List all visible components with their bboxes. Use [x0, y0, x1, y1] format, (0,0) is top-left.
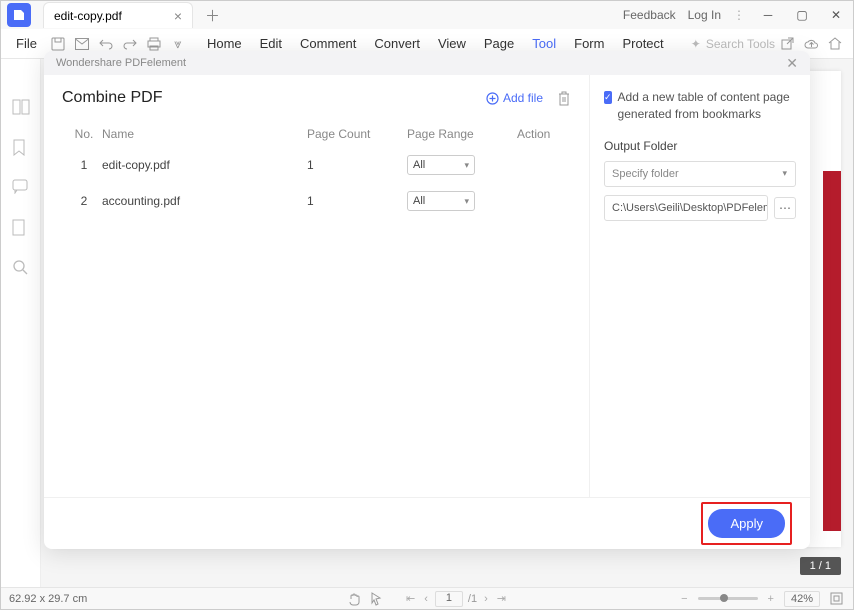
file-tab[interactable]: edit-copy.pdf ×	[43, 2, 193, 28]
zoom-value[interactable]: 42%	[784, 591, 820, 607]
menu-home[interactable]: Home	[198, 36, 251, 51]
zoom-out-icon[interactable]: −	[679, 593, 689, 605]
close-tab-icon[interactable]: ×	[174, 8, 182, 24]
search-tools-input[interactable]: ✦ Search Tools	[691, 37, 775, 51]
menu-view[interactable]: View	[429, 36, 475, 51]
login-link[interactable]: Log In	[688, 8, 721, 22]
close-window-icon[interactable]: ✕	[825, 4, 847, 26]
browse-folder-button[interactable]: ⋯	[774, 197, 796, 219]
page-range-select[interactable]: All▾	[407, 191, 475, 211]
select-tool-icon[interactable]	[368, 592, 384, 606]
sidebar	[1, 59, 41, 587]
bookmark-icon[interactable]	[12, 139, 30, 157]
col-no: No.	[66, 127, 102, 141]
close-dialog-icon[interactable]: ✕	[786, 55, 798, 72]
new-tab-button[interactable]: ＋	[205, 5, 220, 26]
table-row[interactable]: 1 edit-copy.pdf 1 All▾	[62, 147, 571, 183]
titlebar: edit-copy.pdf × ＋ Feedback Log In ⋮ ─ ▢ …	[1, 1, 853, 29]
toc-checkbox[interactable]: ✓	[604, 91, 612, 104]
combine-pdf-dialog: Wondershare PDFelement ✕ Combine PDF Add…	[44, 51, 810, 549]
apply-highlight-box: Apply	[701, 502, 792, 545]
apply-button[interactable]: Apply	[708, 509, 785, 538]
menu-form[interactable]: Form	[565, 36, 613, 51]
app-logo-icon	[7, 3, 31, 27]
zoom-in-icon[interactable]: +	[766, 593, 776, 605]
dialog-title: Combine PDF	[62, 89, 162, 107]
page-number-input[interactable]: 1	[435, 591, 463, 607]
search-panel-icon[interactable]	[12, 259, 30, 277]
attachment-icon[interactable]	[12, 219, 30, 237]
wand-icon: ✦	[691, 37, 701, 51]
chevron-down-icon: ▾	[782, 168, 787, 179]
menu-edit[interactable]: Edit	[251, 36, 291, 51]
kebab-menu-icon[interactable]: ⋮	[733, 8, 745, 22]
feedback-link[interactable]: Feedback	[623, 8, 676, 22]
delete-icon[interactable]	[557, 91, 571, 106]
fit-page-icon[interactable]	[828, 592, 845, 605]
prev-page-icon[interactable]: ‹	[422, 593, 430, 605]
col-action: Action	[517, 127, 567, 141]
zoom-slider[interactable]	[698, 597, 758, 600]
page-dimensions: 62.92 x 29.7 cm	[9, 593, 87, 605]
page-total: /1	[468, 593, 477, 605]
menu-tool[interactable]: Tool	[523, 36, 565, 51]
menu-comment[interactable]: Comment	[291, 36, 365, 51]
col-page-count: Page Count	[307, 127, 407, 141]
home-icon[interactable]	[823, 32, 847, 56]
toc-label: Add a new table of content page generate…	[618, 89, 796, 123]
output-path-field[interactable]: C:\Users\Geili\Desktop\PDFelement\Cc	[604, 195, 768, 221]
chevron-down-icon: ▾	[464, 196, 469, 207]
page-indicator-badge: 1 / 1	[800, 557, 841, 575]
menu-protect[interactable]: Protect	[613, 36, 672, 51]
col-name: Name	[102, 127, 307, 141]
dialog-app-name: Wondershare PDFelement	[56, 57, 186, 69]
last-page-icon[interactable]: ⇥	[495, 592, 508, 605]
table-row[interactable]: 2 accounting.pdf 1 All▾	[62, 183, 571, 219]
maximize-icon[interactable]: ▢	[791, 4, 813, 26]
menu-convert[interactable]: Convert	[365, 36, 429, 51]
menu-file[interactable]: File	[7, 36, 46, 51]
statusbar: 62.92 x 29.7 cm ⇤ ‹ 1 /1 › ⇥ − + 42%	[1, 587, 853, 609]
thumbnails-icon[interactable]	[12, 99, 30, 117]
col-page-range: Page Range	[407, 127, 517, 141]
tab-label: edit-copy.pdf	[54, 9, 122, 23]
minimize-icon[interactable]: ─	[757, 4, 779, 26]
output-folder-dropdown[interactable]: Specify folder ▾	[604, 161, 796, 187]
hand-tool-icon[interactable]	[346, 592, 363, 606]
page-range-select[interactable]: All▾	[407, 155, 475, 175]
first-page-icon[interactable]: ⇤	[404, 592, 417, 605]
add-file-button[interactable]: Add file	[486, 91, 543, 105]
pdf-red-stripe	[823, 171, 841, 531]
chevron-down-icon: ▾	[464, 160, 469, 171]
comment-panel-icon[interactable]	[12, 179, 30, 197]
output-folder-label: Output Folder	[604, 139, 796, 153]
menu-page[interactable]: Page	[475, 36, 523, 51]
next-page-icon[interactable]: ›	[482, 593, 490, 605]
